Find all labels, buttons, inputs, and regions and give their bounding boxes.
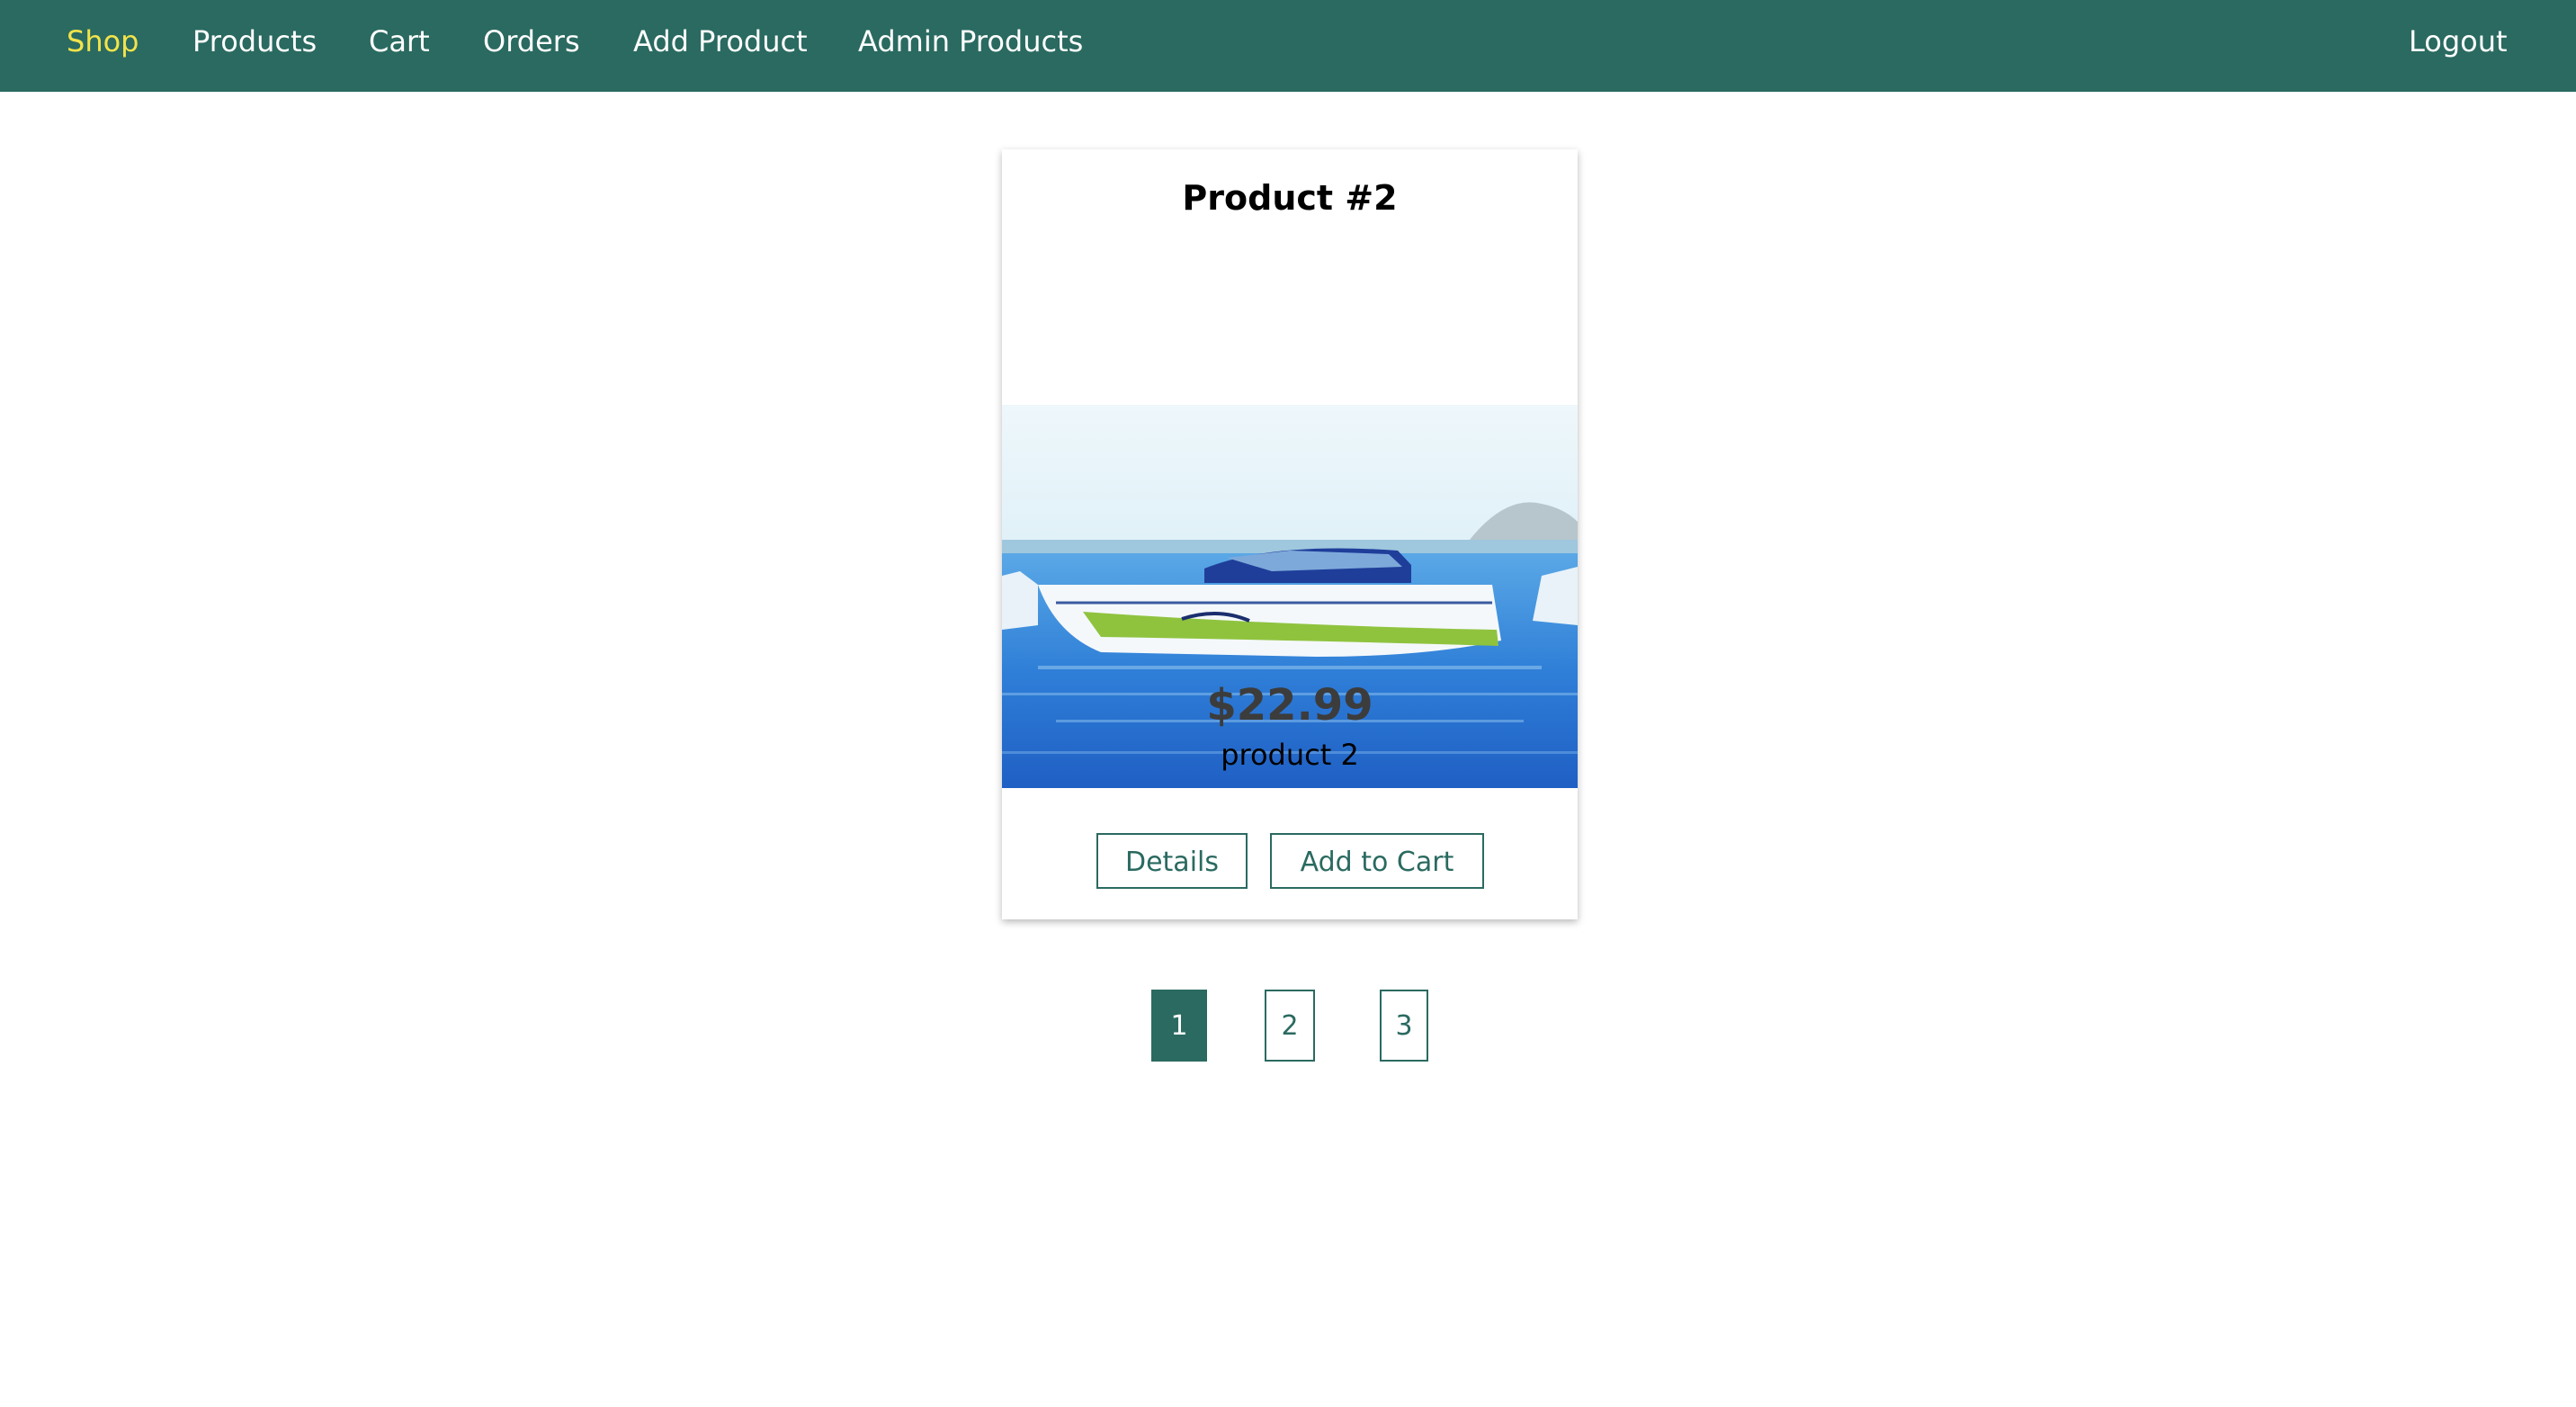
add-to-cart-button[interactable]: Add to Cart (1270, 833, 1484, 889)
nav-shop[interactable]: Shop (67, 0, 139, 83)
product-price: $22.99 (1206, 680, 1373, 730)
nav-products[interactable]: Products (192, 0, 317, 83)
page-1[interactable]: 1 (1151, 990, 1207, 1062)
details-button[interactable]: Details (1096, 833, 1248, 889)
nav-admin-products[interactable]: Admin Products (858, 0, 1083, 83)
product-description: product 2 (1221, 738, 1359, 772)
nav-cart[interactable]: Cart (369, 0, 430, 83)
main-header: Shop Products Cart Orders Add Product Ad… (0, 0, 2576, 92)
page-3[interactable]: 3 (1380, 990, 1428, 1062)
logout-link[interactable]: Logout (2409, 0, 2508, 83)
page-2[interactable]: 2 (1265, 990, 1315, 1062)
product-title: Product #2 (1182, 178, 1398, 218)
product-card: Product #2 $22.99 product 2 Details Add … (1002, 149, 1578, 919)
nav-add-product[interactable]: Add Product (633, 0, 808, 83)
nav-orders[interactable]: Orders (483, 0, 580, 83)
product-image (1002, 405, 1578, 788)
